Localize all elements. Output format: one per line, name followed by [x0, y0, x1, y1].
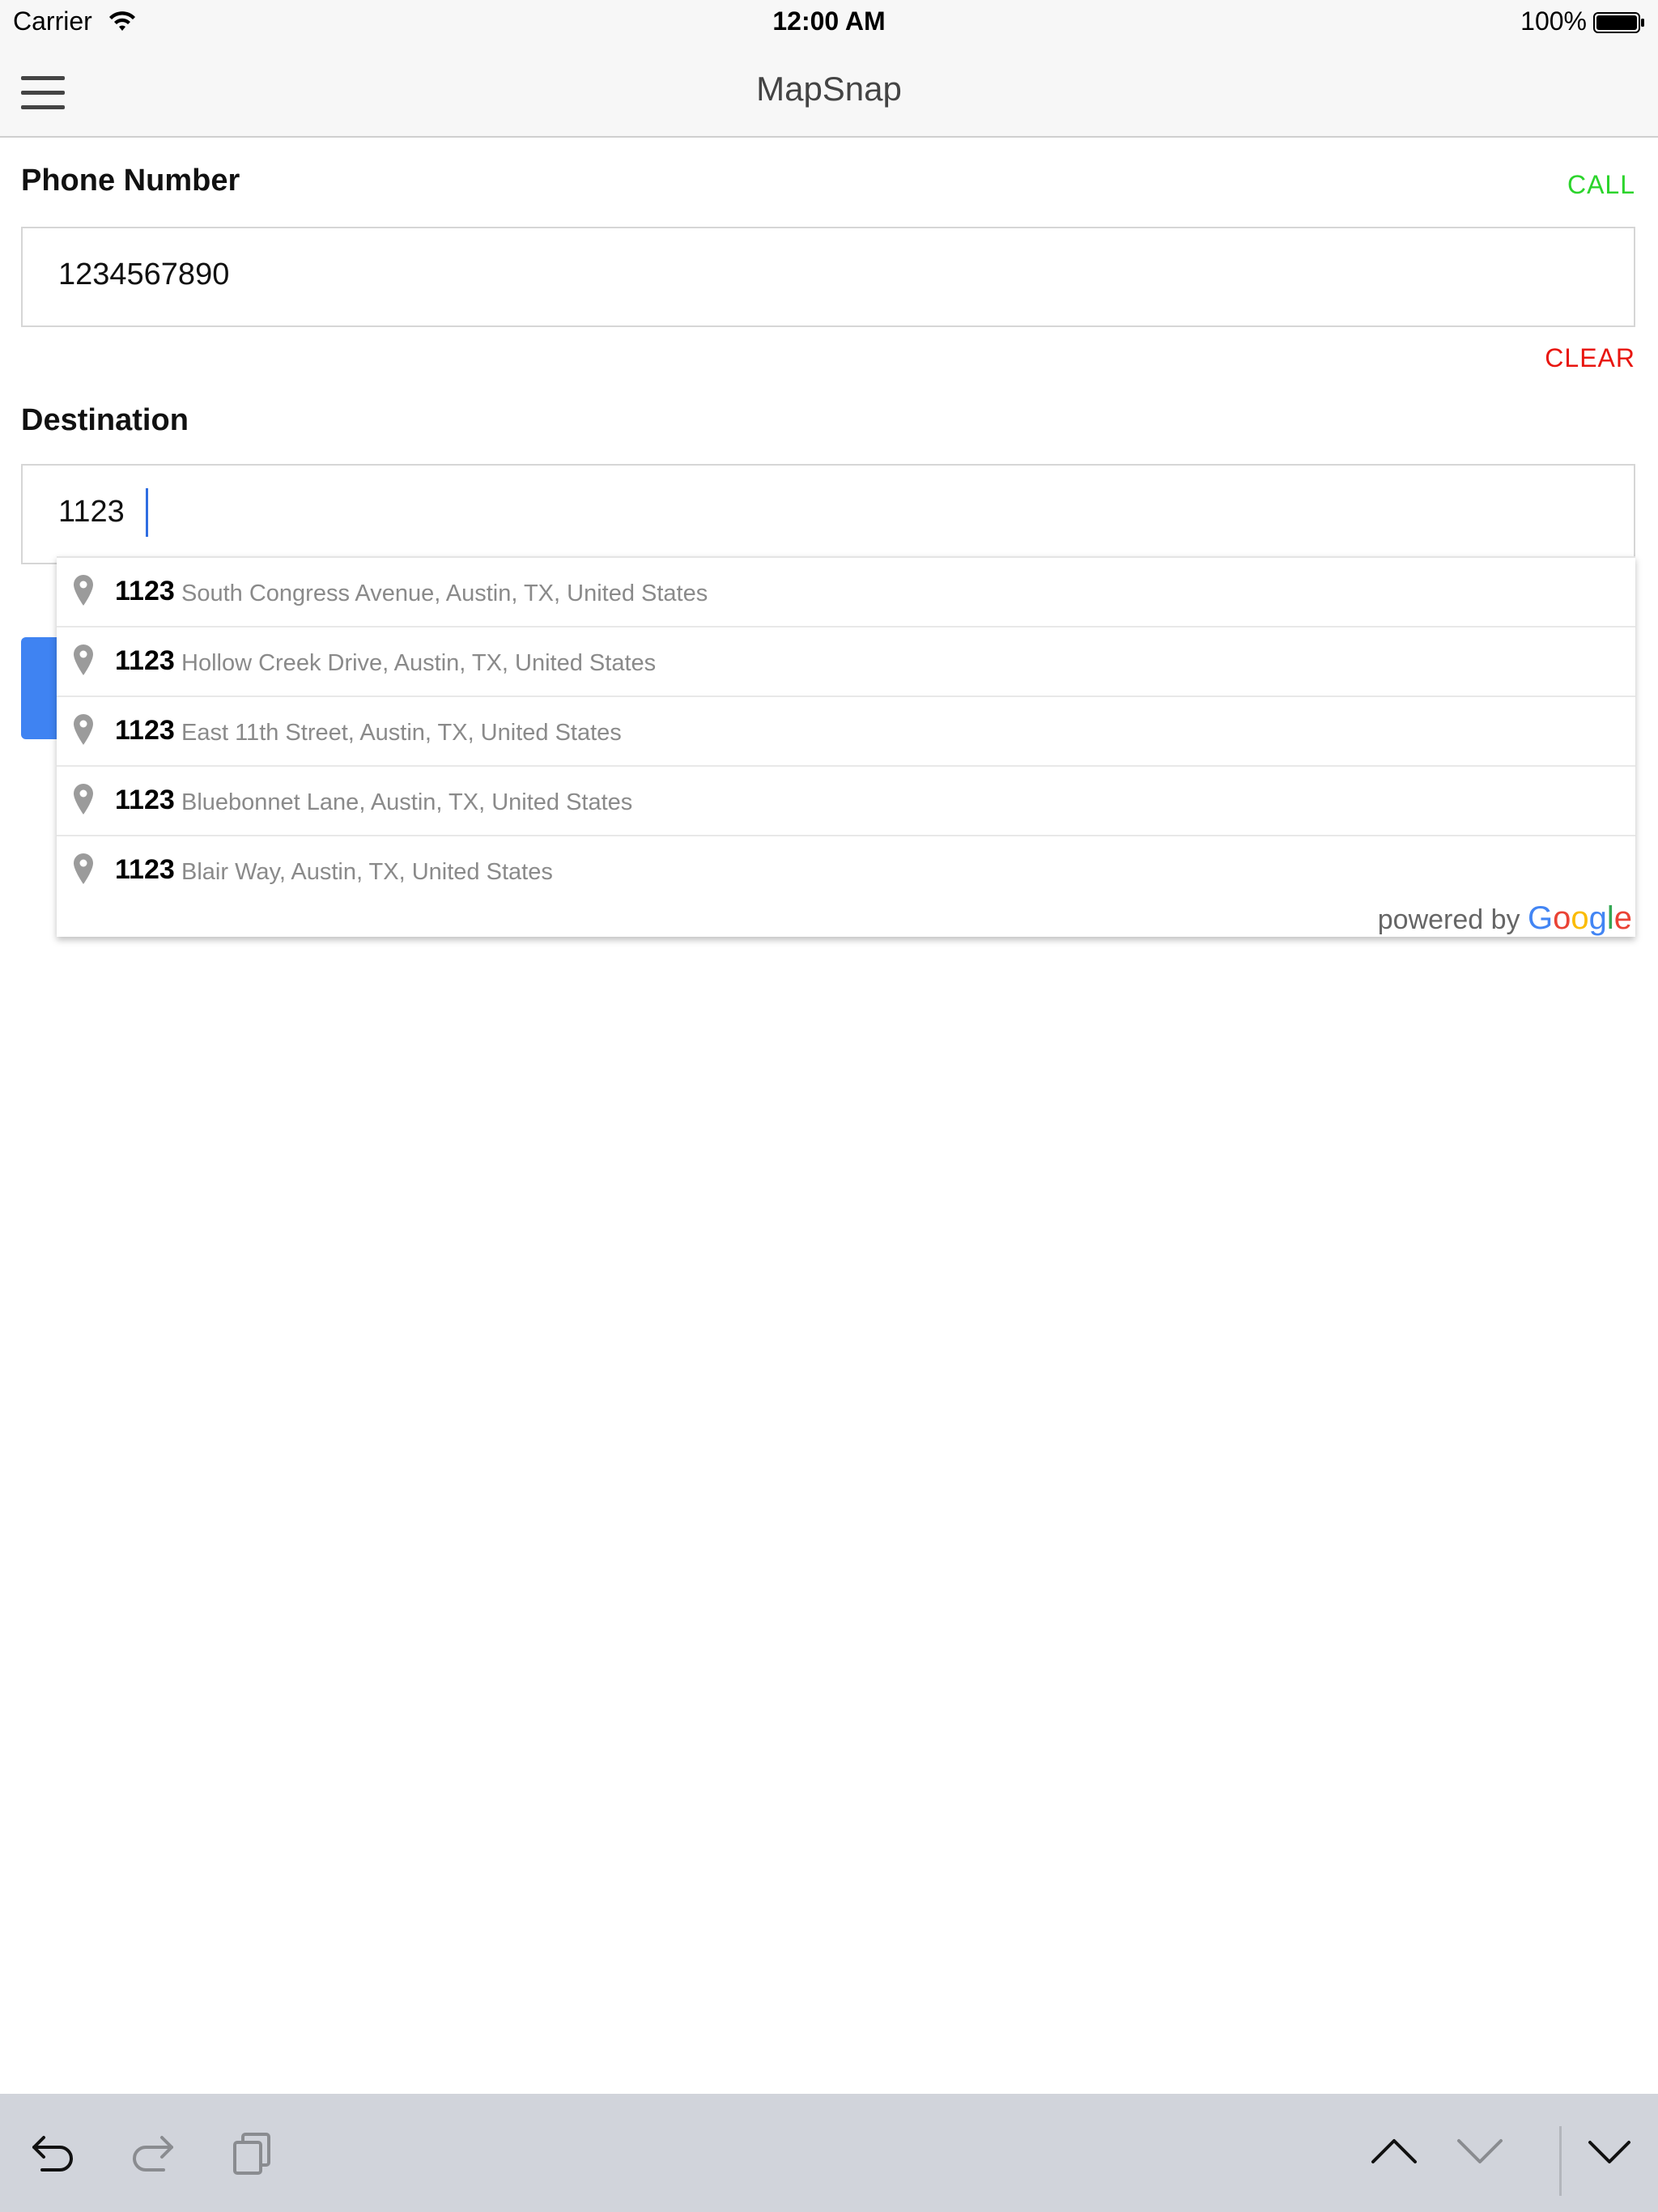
- toolbar-divider: [1559, 2126, 1562, 2196]
- clear-button[interactable]: CLEAR: [1545, 343, 1635, 373]
- suggestion-main-text: 1123: [115, 785, 175, 815]
- battery-icon: [1593, 11, 1645, 38]
- clock: 12:00 AM: [772, 6, 886, 36]
- navigation-bar: MapSnap: [0, 45, 1658, 138]
- google-logo: Google: [1527, 900, 1632, 936]
- undo-icon[interactable]: [29, 2129, 78, 2179]
- suggestion-secondary-text: Blair Way, Austin, TX, United States: [181, 859, 553, 885]
- suggestion-main-text: 1123: [115, 715, 175, 746]
- location-pin-icon: [73, 783, 94, 819]
- phone-number-label: Phone Number: [21, 164, 240, 198]
- suggestion-secondary-text: Bluebonnet Lane, Austin, TX, United Stat…: [181, 789, 633, 815]
- destination-input[interactable]: [58, 495, 1596, 530]
- page-title: MapSnap: [756, 70, 902, 108]
- suggestion-item[interactable]: 1123 East 11th Street, Austin, TX, Unite…: [57, 697, 1635, 767]
- suggestion-item[interactable]: 1123 Blair Way, Austin, TX, United State…: [57, 836, 1635, 904]
- suggestion-secondary-text: Hollow Creek Drive, Austin, TX, United S…: [181, 650, 657, 676]
- destination-field[interactable]: [21, 464, 1635, 564]
- phone-number-field[interactable]: [21, 227, 1635, 327]
- dismiss-keyboard-icon[interactable]: [1587, 2136, 1632, 2171]
- destination-label: Destination: [21, 403, 189, 437]
- suggestion-secondary-text: South Congress Avenue, Austin, TX, Unite…: [181, 581, 708, 606]
- location-pin-icon: [73, 853, 94, 889]
- call-button[interactable]: CALL: [1567, 170, 1635, 200]
- phone-number-input[interactable]: [58, 257, 1596, 292]
- location-pin-icon: [73, 644, 94, 680]
- next-field-icon[interactable]: [1456, 2134, 1504, 2171]
- autocomplete-dropdown: 1123 South Congress Avenue, Austin, TX, …: [57, 556, 1635, 937]
- clipboard-icon[interactable]: [230, 2129, 275, 2179]
- suggestion-item[interactable]: 1123 Hollow Creek Drive, Austin, TX, Uni…: [57, 627, 1635, 697]
- previous-field-icon[interactable]: [1370, 2134, 1418, 2171]
- submit-button[interactable]: [21, 637, 60, 739]
- suggestion-main-text: 1123: [115, 645, 175, 676]
- redo-icon[interactable]: [128, 2129, 176, 2179]
- location-pin-icon: [73, 713, 94, 750]
- location-pin-icon: [73, 574, 94, 610]
- suggestion-main-text: 1123: [115, 576, 175, 606]
- suggestion-secondary-text: East 11th Street, Austin, TX, United Sta…: [181, 720, 622, 746]
- suggestion-item[interactable]: 1123 South Congress Avenue, Austin, TX, …: [57, 558, 1635, 627]
- powered-by-text: powered by: [1377, 904, 1520, 935]
- powered-by-google-attribution: powered by Google: [1378, 900, 1632, 937]
- text-cursor: [146, 488, 148, 537]
- suggestion-main-text: 1123: [115, 854, 175, 885]
- status-bar: Carrier 12:00 AM 100%: [0, 0, 1658, 45]
- battery-percent: 100%: [1520, 6, 1587, 36]
- keyboard-toolbar: [0, 2094, 1658, 2212]
- suggestion-item[interactable]: 1123 Bluebonnet Lane, Austin, TX, United…: [57, 767, 1635, 836]
